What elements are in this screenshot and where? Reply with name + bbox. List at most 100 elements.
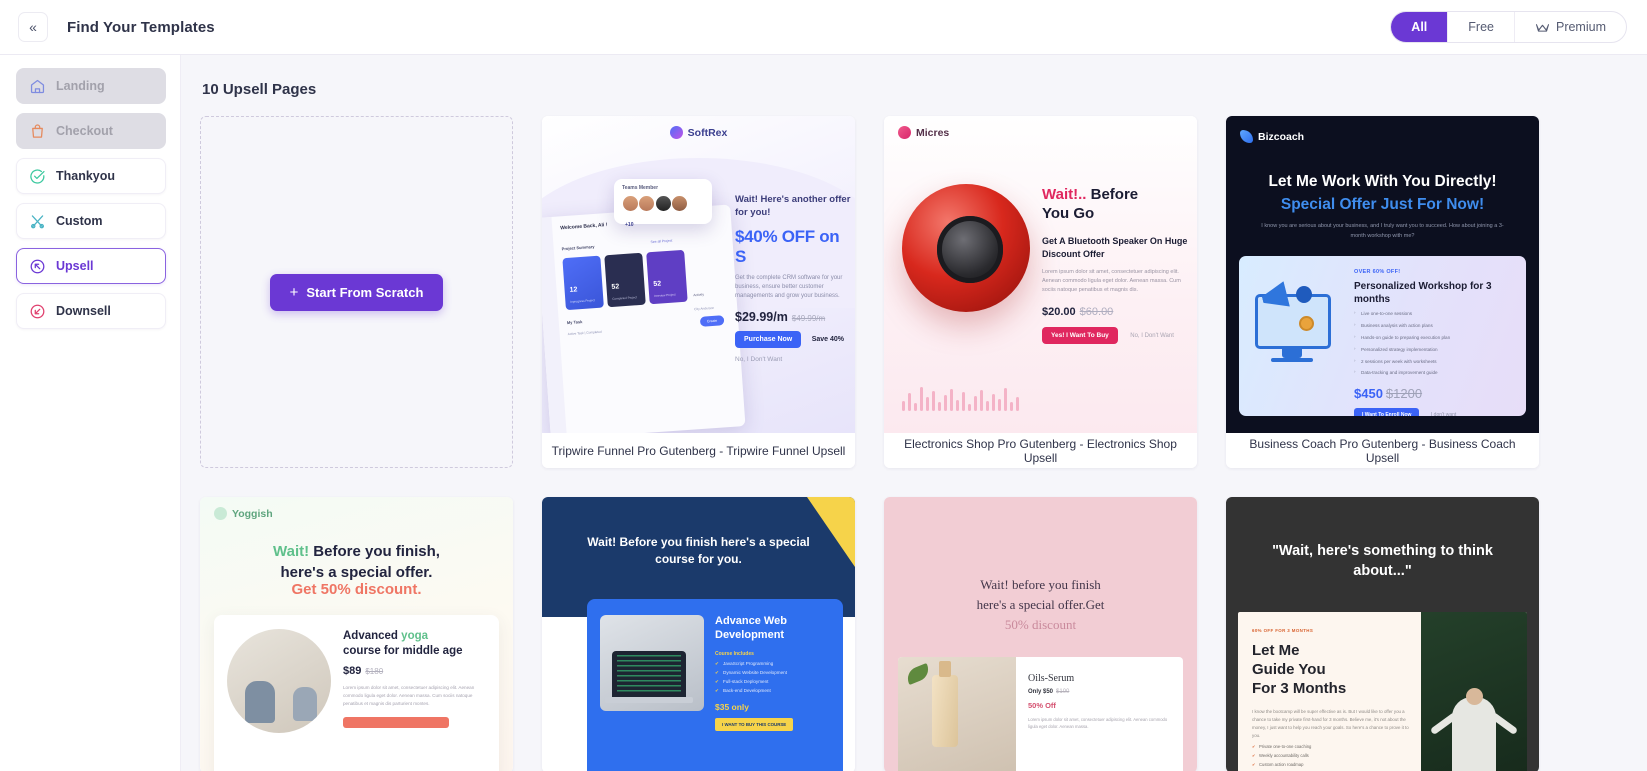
thumb-photo bbox=[227, 629, 331, 733]
feature-item: JavaScript Programming bbox=[715, 661, 830, 667]
sidebar-item-thankyou[interactable]: Thankyou bbox=[16, 158, 166, 194]
top-bar: « Find Your Templates All Free Premium bbox=[0, 0, 1647, 55]
offer-headline: Wait! before you finish here's a special… bbox=[908, 575, 1173, 635]
template-caption: Business Coach Pro Gutenberg - Business … bbox=[1226, 433, 1539, 468]
template-card[interactable]: Wait! Before you finish here's a special… bbox=[542, 497, 855, 771]
template-thumbnail: SoftRex Welcome Back, Ali ! Project Summ… bbox=[542, 116, 855, 433]
offer-price: $450 $1200 bbox=[1354, 386, 1515, 401]
thumb-offer-panel: Oils-Serum Only $50 $100 50% Off Lorem ip… bbox=[898, 657, 1183, 771]
feature-item: Full-stack Deployment bbox=[715, 679, 830, 685]
template-thumbnail: Bizcoach Let Me Work With You Directly! … bbox=[1226, 116, 1539, 433]
thumb-offer-details: Oils-Serum Only $50 $100 50% Off Lorem ip… bbox=[1016, 657, 1183, 771]
offer-price: $20.00 $60.00 bbox=[1042, 306, 1188, 318]
headline-part-c: here's a special offer. bbox=[280, 564, 433, 582]
team-title: Teams Member bbox=[622, 185, 659, 191]
feature-item: Hands-on guide to preparing execution pl… bbox=[1354, 334, 1515, 342]
filter-premium-label: Premium bbox=[1555, 20, 1606, 34]
thumb-offer-details: Advanced yoga course for middle age $89 $… bbox=[331, 629, 486, 769]
template-card[interactable]: Yoggish Wait! Before you finish, here's … bbox=[200, 497, 513, 771]
scissors-icon bbox=[30, 214, 45, 228]
template-card[interactable]: SoftRex Welcome Back, Ali ! Project Summ… bbox=[542, 116, 855, 468]
laptop-base bbox=[605, 697, 693, 703]
price-value: $29.99/m bbox=[735, 309, 788, 324]
sidebar-item-label: Checkout bbox=[56, 124, 113, 138]
mock-stat-value: 12 bbox=[569, 286, 578, 294]
sidebar-item-upsell[interactable]: Upsell bbox=[16, 248, 166, 284]
template-thumbnail: "Wait, here's something to think about..… bbox=[1226, 497, 1539, 771]
coin-icon bbox=[1299, 316, 1314, 331]
offer-discount: 50% Off bbox=[1028, 701, 1056, 710]
sidebar-item-label: Upsell bbox=[56, 259, 94, 273]
filter-free-button[interactable]: Free bbox=[1447, 12, 1514, 42]
mock-welcome: Welcome Back, Ali ! bbox=[560, 222, 608, 232]
sidebar-item-landing[interactable]: Landing bbox=[16, 68, 166, 104]
offer-cta-button: Purchase Now bbox=[735, 330, 802, 348]
offer-decline: I don't want bbox=[1430, 412, 1457, 416]
start-from-scratch-label: Start From Scratch bbox=[306, 284, 424, 300]
thumb-offer-panel: 60% OFF FOR 3 MONTHS Let Me Guide You Fo… bbox=[1238, 612, 1527, 771]
thumb-brand-label: Bizcoach bbox=[1258, 130, 1305, 143]
template-caption: Tripwire Funnel Pro Gutenberg - Tripwire… bbox=[542, 433, 855, 468]
start-from-scratch-button[interactable]: + Start From Scratch bbox=[269, 273, 444, 311]
mock-stat-label: Inreview Project bbox=[654, 292, 676, 299]
sidebar-item-downsell[interactable]: Downsell bbox=[16, 293, 166, 329]
laptop-icon bbox=[612, 651, 686, 697]
price-value: $20.00 bbox=[1042, 305, 1076, 318]
start-from-scratch-card[interactable]: + Start From Scratch bbox=[200, 116, 513, 468]
feature-item: Back-end Development bbox=[715, 688, 830, 694]
mock-stat-card: 52 Inreview Project bbox=[646, 249, 688, 305]
feature-item: Custom action roadmap bbox=[1252, 762, 1411, 767]
offer-title: Let Me Guide You For 3 Months bbox=[1252, 641, 1411, 699]
yoggish-logo-icon bbox=[214, 507, 227, 520]
title-part-b: yoga bbox=[401, 630, 429, 642]
page-title: Find Your Templates bbox=[67, 18, 215, 36]
template-card[interactable]: Bizcoach Let Me Work With You Directly! … bbox=[1226, 116, 1539, 468]
sidebar-item-custom[interactable]: Custom bbox=[16, 203, 166, 239]
title-part-a: Advanced bbox=[343, 630, 398, 642]
thumb-offer-details: OVER 60% OFF! Personalized Workshop for … bbox=[1349, 256, 1526, 416]
template-card[interactable]: Micres Wait!.. Before You Go Get A Bluet… bbox=[884, 116, 1197, 468]
sidebar-item-checkout[interactable]: Checkout bbox=[16, 113, 166, 149]
monitor-base bbox=[1271, 358, 1313, 362]
offer-discount: Get 50% discount. bbox=[291, 581, 422, 598]
offer-badge: OVER 60% OFF! bbox=[1354, 269, 1401, 275]
offer-headline: Wait! Before you finish here's a special… bbox=[587, 535, 810, 567]
offer-body: Lorem ipsum dolor sit amet, consectetuer… bbox=[343, 684, 475, 706]
thumb-product-image bbox=[902, 184, 1030, 312]
offer-price: $35 only bbox=[715, 701, 750, 712]
results-heading: 10 Upsell Pages bbox=[202, 81, 317, 98]
megaphone-cap bbox=[1296, 286, 1312, 303]
figure-head bbox=[1466, 688, 1483, 705]
thumb-offer-details: Advance Web Development Course Includes … bbox=[704, 615, 830, 771]
softrex-logo-icon bbox=[669, 126, 683, 139]
offer-decline: No, I Don't Want bbox=[1130, 332, 1174, 339]
template-card[interactable]: Wait! before you finish here's a special… bbox=[884, 497, 1197, 771]
sidebar-collapse-button[interactable]: « bbox=[18, 12, 48, 42]
filter-all-button[interactable]: All bbox=[1391, 12, 1448, 42]
mock-create-button: Create bbox=[699, 315, 725, 327]
feature-item: 2 sessions per week with worksheets bbox=[1354, 358, 1515, 366]
headline-part-b: here's a special offer.Get bbox=[976, 597, 1105, 613]
filter-free-label: Free bbox=[1468, 20, 1494, 34]
thumb-offer-block: Wait!.. Before You Go Get A Bluetooth Sp… bbox=[1042, 186, 1188, 344]
template-thumbnail: Wait! before you finish here's a special… bbox=[884, 497, 1197, 771]
headline-part-b: Before you finish, bbox=[313, 543, 440, 560]
headline-part-a: Wait! before you finish bbox=[980, 577, 1101, 592]
avatar bbox=[638, 195, 656, 213]
figure-body bbox=[1452, 697, 1496, 771]
offer-title: Advanced yoga course for middle age bbox=[343, 629, 486, 659]
filter-all-label: All bbox=[1411, 20, 1428, 34]
offer-headline-b: Special Offer Just For Now! bbox=[1280, 196, 1485, 213]
plus-icon: + bbox=[289, 283, 299, 301]
headline-part-a: Wait! bbox=[273, 543, 310, 560]
mock-stat-card: 52 Completed Project bbox=[604, 252, 646, 308]
thumb-offer-panel: Advanced yoga course for middle age $89 $… bbox=[214, 615, 499, 771]
filter-premium-button[interactable]: Premium bbox=[1513, 12, 1626, 42]
template-card[interactable]: "Wait, here's something to think about..… bbox=[1226, 497, 1539, 771]
mock-task-tabs: Active Task | Completed bbox=[567, 329, 602, 337]
thumb-brand: SoftRex bbox=[542, 126, 855, 139]
offer-headline-a: Let Me Work With You Directly! bbox=[1268, 173, 1497, 190]
offer-title: Oils-Serum bbox=[1028, 673, 1075, 684]
title-part-b: Guide You bbox=[1252, 661, 1326, 679]
thumb-offer-details: 60% OFF FOR 3 MONTHS Let Me Guide You Fo… bbox=[1238, 612, 1421, 771]
